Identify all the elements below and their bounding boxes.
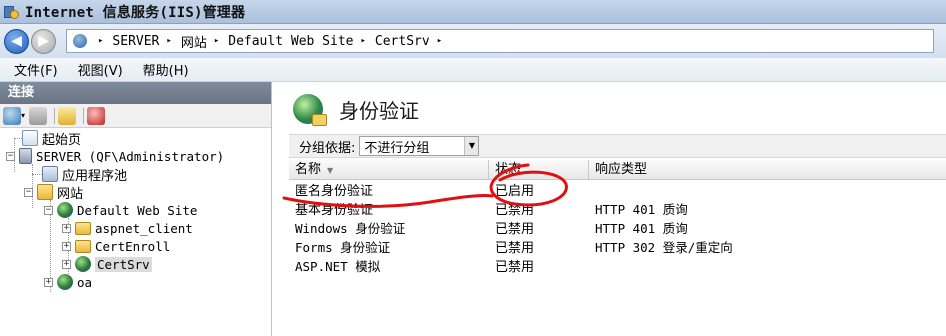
tree-item-app-pools[interactable]: 应用程序池: [42, 165, 127, 184]
breadcrumb-default-web-site[interactable]: Default Web Site: [228, 34, 353, 49]
table-row[interactable]: Windows 身份验证 已禁用 HTTP 401 质询: [289, 218, 946, 237]
connect-dropdown-icon[interactable]: ▾: [21, 111, 25, 120]
menu-help[interactable]: 帮助(H): [143, 60, 189, 79]
table-header: 名称 ▼ 状态 响应类型: [289, 160, 946, 180]
expand-icon[interactable]: +: [44, 277, 53, 287]
connections-pane: 连接 ▾ 起始页 − SERVER (QF\Administrator) 应用程…: [0, 82, 272, 336]
server-icon: [19, 148, 32, 164]
start-page-icon: [22, 130, 38, 146]
address-globe-icon: [73, 34, 87, 48]
authentication-table: 名称 ▼ 状态 响应类型 匿名身份验证 已启用 基本身份验证 已禁用 HTTP 4…: [289, 160, 946, 275]
menu-bar: 文件(F) 视图(V) 帮助(H): [0, 58, 946, 82]
breadcrumb-separator: ▸: [166, 36, 172, 46]
breadcrumb-sites[interactable]: 网站: [181, 32, 207, 51]
tree-item-server[interactable]: − SERVER (QF\Administrator): [6, 147, 224, 165]
menu-view[interactable]: 视图(V): [78, 60, 123, 79]
feature-header: 身份验证: [293, 94, 419, 126]
menu-file[interactable]: 文件(F): [14, 60, 58, 79]
connections-toolbar: ▾: [0, 104, 271, 128]
column-header-name[interactable]: 名称 ▼: [289, 160, 489, 180]
application-globe-icon: [75, 256, 91, 272]
address-bar[interactable]: ▸ SERVER ▸ 网站 ▸ Default Web Site ▸ CertS…: [66, 29, 934, 53]
disconnect-icon[interactable]: [87, 106, 106, 125]
connections-header: 连接: [0, 82, 271, 104]
breadcrumb-separator: ▸: [213, 36, 220, 46]
tree-item-certsrv[interactable]: + CertSrv: [62, 255, 152, 273]
back-button[interactable]: ◀: [4, 28, 29, 54]
table-row[interactable]: 基本身份验证 已禁用 HTTP 401 质询: [289, 199, 946, 218]
title-bar: Internet 信息服务(IIS)管理器: [0, 0, 946, 24]
page-title: 身份验证: [339, 98, 419, 123]
authentication-feature-pane: 身份验证 分组依据: 不进行分组 ▼ 名称 ▼ 状态 响应类型 匿名身份验证 已启…: [273, 82, 946, 336]
collapse-icon[interactable]: −: [6, 151, 15, 161]
breadcrumb-separator: ▸: [360, 36, 366, 46]
authentication-icon: [293, 94, 327, 126]
table-row[interactable]: ASP.NET 模拟 已禁用: [289, 256, 946, 275]
group-by-value: 不进行分组: [364, 140, 430, 156]
tree-item-oa[interactable]: + oa: [44, 273, 92, 291]
navigation-bar: ◀ ▶ ▸ SERVER ▸ 网站 ▸ Default Web Site ▸ C…: [0, 24, 946, 58]
tree-item-start-page[interactable]: 起始页: [22, 129, 81, 148]
forward-button[interactable]: ▶: [31, 28, 56, 54]
iis-manager-icon: [4, 4, 20, 20]
collapse-icon[interactable]: −: [44, 205, 53, 215]
expand-icon[interactable]: +: [62, 259, 71, 269]
website-globe-icon: [57, 274, 73, 290]
app-pool-icon: [42, 166, 58, 182]
breadcrumb-separator: ▸: [436, 36, 443, 46]
connect-icon[interactable]: [3, 106, 21, 125]
chevron-down-icon[interactable]: ▼: [464, 137, 479, 155]
expand-icon[interactable]: +: [62, 223, 71, 233]
website-globe-icon: [57, 202, 73, 218]
toolbar-divider: [54, 107, 56, 124]
sort-arrow-icon: ▼: [327, 166, 334, 175]
tree-item-certenroll[interactable]: + CertEnroll: [62, 237, 170, 255]
column-header-status[interactable]: 状态: [489, 160, 589, 180]
tree-item-aspnet-client[interactable]: + aspnet_client: [62, 219, 193, 237]
group-by-bar: 分组依据: 不进行分组 ▼: [289, 134, 946, 158]
tree-item-sites[interactable]: − 网站: [24, 183, 83, 202]
table-row[interactable]: 匿名身份验证 已启用: [289, 180, 946, 199]
breadcrumb-separator: ▸: [98, 36, 104, 46]
expand-icon[interactable]: +: [62, 241, 71, 251]
breadcrumb-certsrv[interactable]: CertSrv: [375, 34, 430, 49]
save-icon[interactable]: [29, 106, 48, 125]
breadcrumb-server[interactable]: SERVER: [112, 34, 159, 49]
group-by-select[interactable]: 不进行分组 ▼: [359, 136, 480, 156]
sites-folder-icon: [37, 184, 53, 200]
window-title: Internet 信息服务(IIS)管理器: [25, 4, 246, 21]
folder-icon: [75, 221, 91, 235]
up-level-icon[interactable]: [58, 106, 77, 125]
folder-icon: [75, 239, 91, 253]
column-header-response-type[interactable]: 响应类型: [589, 160, 946, 180]
group-by-label: 分组依据:: [299, 140, 356, 156]
tree-item-default-web-site[interactable]: − Default Web Site: [44, 201, 197, 219]
collapse-icon[interactable]: −: [24, 187, 33, 197]
toolbar-divider: [83, 107, 85, 124]
table-row[interactable]: Forms 身份验证 已禁用 HTTP 302 登录/重定向: [289, 237, 946, 256]
